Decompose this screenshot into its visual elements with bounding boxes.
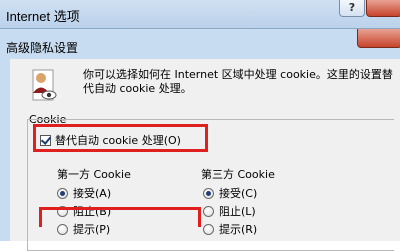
radio-button[interactable] [203,223,214,235]
third-party-prompt-radio[interactable]: 提示(R) [203,221,257,237]
third-party-heading: 第三方 Cookie [201,168,275,181]
dialog-close-button[interactable] [357,29,400,48]
radio-label: 阻止(L) [219,205,256,218]
privacy-person-icon [32,69,57,101]
highlight-next-option [39,207,201,227]
radio-label: 接受(A) [73,187,112,200]
first-party-heading: 第一方 Cookie [57,168,131,181]
third-party-accept-radio[interactable]: 接受(C) [203,185,257,201]
radio-button[interactable] [57,187,68,199]
intro-text: 你可以选择如何在 Internet 区域中处理 cookie。这里的设置替代自动… [83,68,393,95]
close-button[interactable] [366,0,400,17]
internet-options-titlebar: Internet 选项 ? [0,0,400,30]
dialog-title: 高级隐私设置 [6,41,79,55]
highlight-override [33,124,208,152]
internet-options-title: Internet 选项 [6,9,80,24]
radio-label: 提示(R) [219,223,258,236]
first-party-accept-radio[interactable]: 接受(A) [57,185,111,201]
radio-label: 接受(C) [219,187,258,200]
third-party-block-radio[interactable]: 阻止(L) [203,203,256,219]
radio-button[interactable] [203,205,214,217]
help-button[interactable]: ? [339,0,365,17]
radio-button[interactable] [203,187,214,199]
